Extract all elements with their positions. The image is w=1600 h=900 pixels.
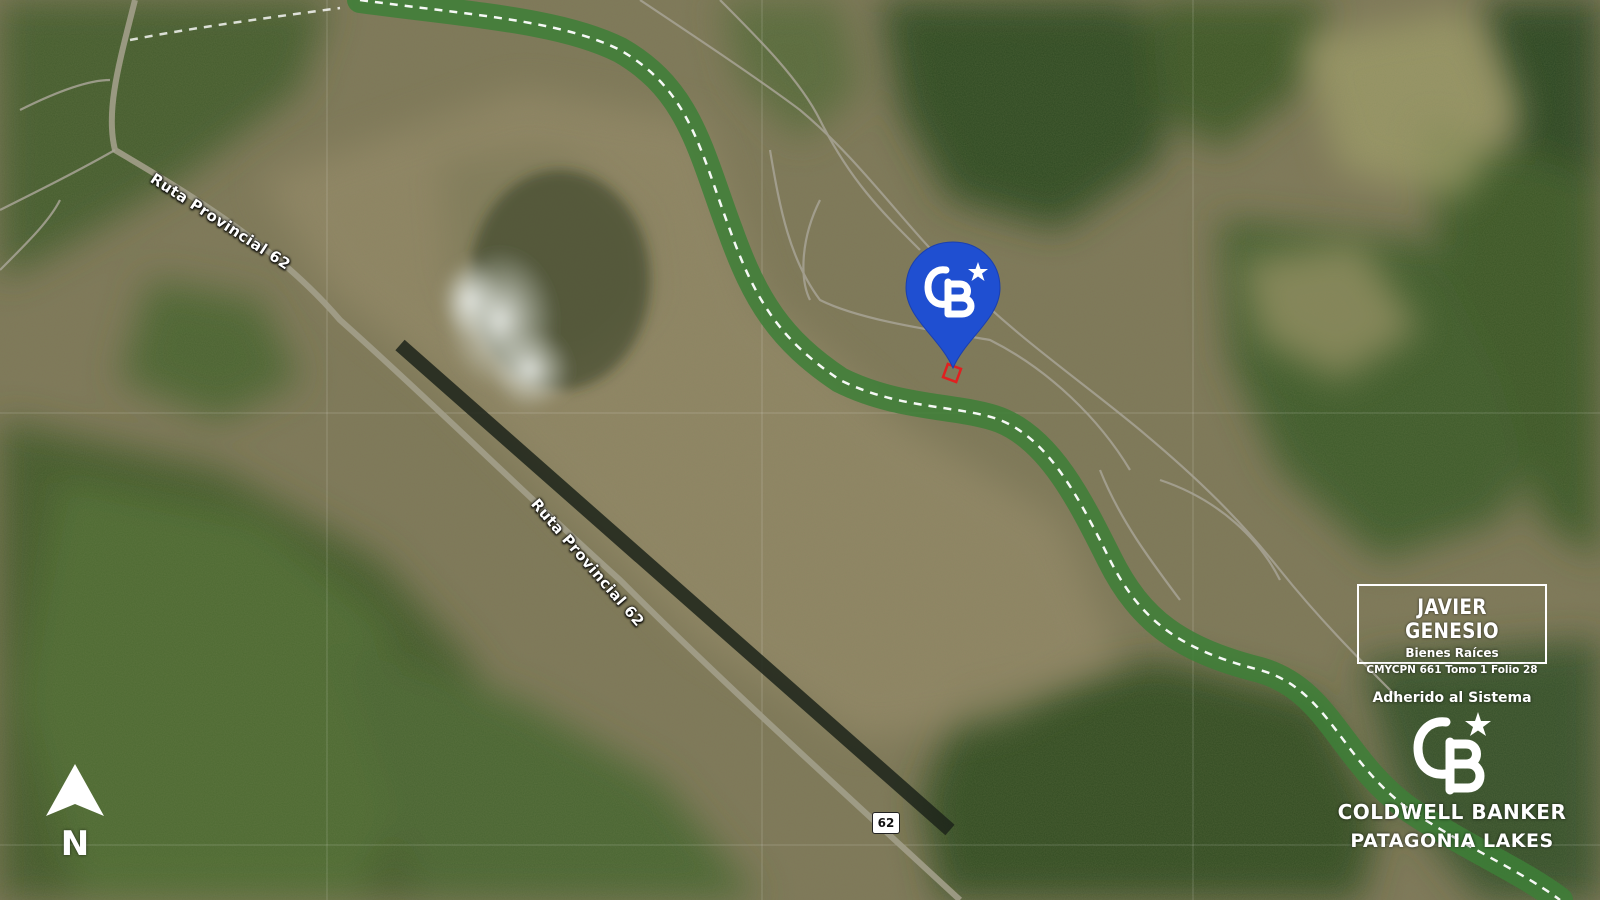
coldwell-banker-pin-icon[interactable] (904, 240, 1002, 372)
brand-line-1: COLDWELL BANKER (1337, 800, 1567, 824)
adherido-text: Adherido al Sistema (1372, 690, 1532, 706)
brand-line-2: PATAGONIA LAKES (1350, 830, 1554, 852)
north-arrow-icon: N (42, 762, 108, 864)
map-imagery (0, 0, 1600, 900)
agent-license: CMYCPN 661 Tomo 1 Folio 28 (1366, 664, 1538, 676)
route-shield: 62 (872, 812, 900, 834)
agent-name: JAVIER GENESIO (1405, 595, 1499, 643)
north-label: N (60, 824, 90, 864)
agent-subtitle: Bienes Raíces (1405, 646, 1499, 660)
agent-card: JAVIER GENESIO Bienes Raíces CMYCPN 661 … (1357, 584, 1547, 676)
coldwell-banker-logo (1408, 710, 1498, 798)
satellite-map[interactable]: Ruta Provincial 62 Ruta Provincial 62 62… (0, 0, 1600, 900)
